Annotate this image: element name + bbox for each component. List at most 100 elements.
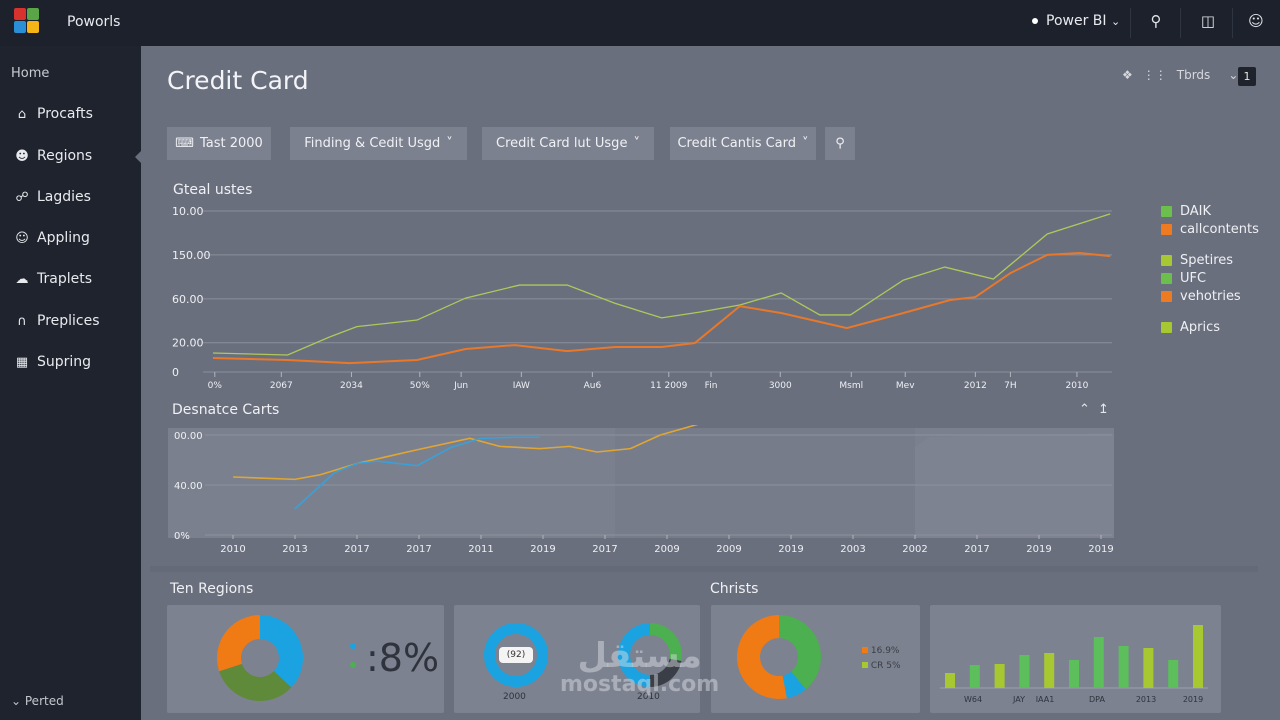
- legend-item: CR 5%: [862, 661, 901, 671]
- kpi-dot-green: [350, 662, 356, 668]
- chevron-down-icon[interactable]: ⌄: [1228, 68, 1238, 82]
- smile-icon: ☺: [15, 230, 29, 246]
- sidebar-item-regions[interactable]: ☻ Regions: [14, 148, 92, 164]
- arch-icon: ∩: [17, 313, 27, 329]
- workspace-selector[interactable]: Power BI ⌄: [1032, 13, 1120, 29]
- legend-label: 16.9%: [870, 646, 900, 656]
- calendar-icon: ⌨: [175, 136, 194, 151]
- watermark: مستقل mostaql.com: [560, 638, 719, 696]
- sidebar-item-label: Lagdies: [37, 189, 91, 205]
- collapse-icon[interactable]: ⌃: [1079, 402, 1090, 417]
- legend-item[interactable]: vehotries: [1161, 287, 1259, 305]
- x-tick-label: 2009: [716, 544, 741, 555]
- divider: [1130, 8, 1131, 38]
- sidebar-item-lagdies[interactable]: ☍ Lagdies: [14, 189, 91, 205]
- filter-credit-card[interactable]: Credit Cantis Card ˅: [670, 127, 816, 160]
- user-account-icon[interactable]: ☺: [1246, 12, 1266, 32]
- section-title: Ten Regions: [170, 581, 254, 597]
- legend-swatch: [1161, 205, 1172, 217]
- home-icon: ⌂: [17, 106, 27, 122]
- x-tick-label: 50%: [410, 381, 430, 391]
- x-tick-label: 2012: [964, 381, 987, 391]
- x-tick-label: 3000: [769, 381, 792, 391]
- tools-dropdown[interactable]: Tbrds: [1177, 68, 1211, 82]
- legend-item[interactable]: UFC: [1161, 269, 1259, 287]
- divider: [1180, 8, 1181, 38]
- donut-label: 2000: [503, 692, 526, 702]
- app-logo-icon: [14, 8, 40, 34]
- y-tick-label: 0: [172, 366, 179, 379]
- sidebar-item-label: Preplices: [37, 313, 100, 329]
- x-tick-label: 11 2009: [650, 381, 687, 391]
- section-divider: [150, 566, 1258, 572]
- x-tick-label: 2002: [902, 544, 927, 555]
- pin-icon[interactable]: ❖: [1122, 68, 1133, 82]
- legend-item[interactable]: Spetires: [1161, 251, 1259, 269]
- sidebar-item-label: Procafts: [37, 106, 93, 122]
- filter-year[interactable]: ⌨ Tast 2000: [167, 127, 271, 160]
- x-tick-label: 2017: [344, 544, 369, 555]
- sidebar-item-traplets[interactable]: ☁ Traplets: [14, 271, 93, 287]
- sidebar-item-preplices[interactable]: ∩ Preplices: [14, 313, 100, 329]
- x-tick-label: 2019: [530, 544, 555, 555]
- center-label: (92): [499, 647, 533, 663]
- x-tick-label: 2019: [1088, 544, 1113, 555]
- y-tick-label: 150.00: [172, 249, 211, 262]
- sidebar-item-procafts[interactable]: ⌂ Procafts: [14, 106, 93, 122]
- app-name: Poworls: [67, 14, 121, 30]
- user-icon: ☻: [15, 148, 29, 164]
- watermark-latin: mostaql.com: [560, 672, 720, 697]
- notification-badge[interactable]: 1: [1238, 67, 1256, 86]
- chevron-down-icon: ˅: [633, 136, 640, 151]
- legend-label: CR 5%: [870, 661, 901, 671]
- legend-label: UFC: [1180, 270, 1207, 286]
- legend-swatch: [1161, 321, 1172, 333]
- chevron-down-icon: ˅: [446, 136, 453, 151]
- search-icon[interactable]: ⚲: [1146, 12, 1166, 32]
- filter-icon[interactable]: ⋮⋮: [1143, 68, 1167, 82]
- top-bar: Poworls Power BI ⌄ ⚲ ◫ ☺: [0, 0, 1280, 46]
- bar-card[interactable]: [930, 605, 1221, 713]
- legend-item[interactable]: callcontents: [1161, 220, 1259, 238]
- x-tick-label: 2017: [406, 544, 431, 555]
- sidebar-item-appling[interactable]: ☺ Appling: [14, 230, 90, 246]
- x-tick-label: 2017: [964, 544, 989, 555]
- chart-title: Desnatce Carts: [172, 402, 280, 418]
- x-tick-label: 2013: [282, 544, 307, 555]
- export-icon[interactable]: ↥: [1098, 402, 1109, 417]
- main-line-chart: 0 20.00 60.00 150.00 10.00 0% 2067 2034 50% Jun IA…: [172, 205, 1112, 391]
- sidebar-footer[interactable]: ⌄ Perted: [11, 694, 64, 708]
- page-tools: ❖ ⋮⋮ Tbrds ⌄: [1122, 68, 1238, 82]
- divider: [1232, 8, 1233, 38]
- x-tick-label: 2009: [654, 544, 679, 555]
- cloud-icon: ☁: [15, 271, 29, 287]
- filter-credit-card-usage[interactable]: Credit Card lut Usge ˅: [482, 127, 654, 160]
- x-tick-label: Mev: [896, 381, 915, 391]
- filter-label: Finding & Cedit Usgd: [304, 136, 441, 151]
- kpi-dot-blue: [350, 643, 356, 649]
- chevron-down-icon: ⌄: [11, 694, 25, 708]
- legend-item[interactable]: DAIK: [1161, 202, 1259, 220]
- series-line-green: [212, 213, 1111, 356]
- kpi-value: :8%: [366, 636, 440, 680]
- secondary-line-chart: 0% 40.00 00.00 2010 2013 2017 2017 2011 2019 2017…: [168, 425, 1114, 555]
- legend-item[interactable]: Aprics: [1161, 318, 1259, 336]
- x-tick-label: Fin: [705, 381, 718, 391]
- filter-label: Tast 2000: [199, 136, 263, 151]
- search-icon: ⚲: [835, 136, 845, 151]
- sidebar-item-label: Traplets: [37, 271, 93, 287]
- christs-card[interactable]: [711, 605, 920, 713]
- search-button[interactable]: ⚲: [825, 127, 855, 160]
- sidebar-home[interactable]: Home: [11, 66, 49, 81]
- x-tick-label: Au6: [584, 381, 602, 391]
- share-icon[interactable]: ◫: [1198, 12, 1218, 32]
- sidebar-item-supring[interactable]: ▦ Supring: [14, 354, 91, 370]
- page-title: Credit Card: [167, 66, 309, 95]
- x-tick-label: 2067: [270, 381, 293, 391]
- workspace-label: Power BI: [1046, 13, 1107, 29]
- x-tick-label: 2011: [468, 544, 493, 555]
- legend-label: callcontents: [1180, 221, 1259, 237]
- legend-label: vehotries: [1180, 288, 1241, 304]
- series-line-orange: [212, 252, 1111, 365]
- filter-finding-credit[interactable]: Finding & Cedit Usgd ˅: [290, 127, 467, 160]
